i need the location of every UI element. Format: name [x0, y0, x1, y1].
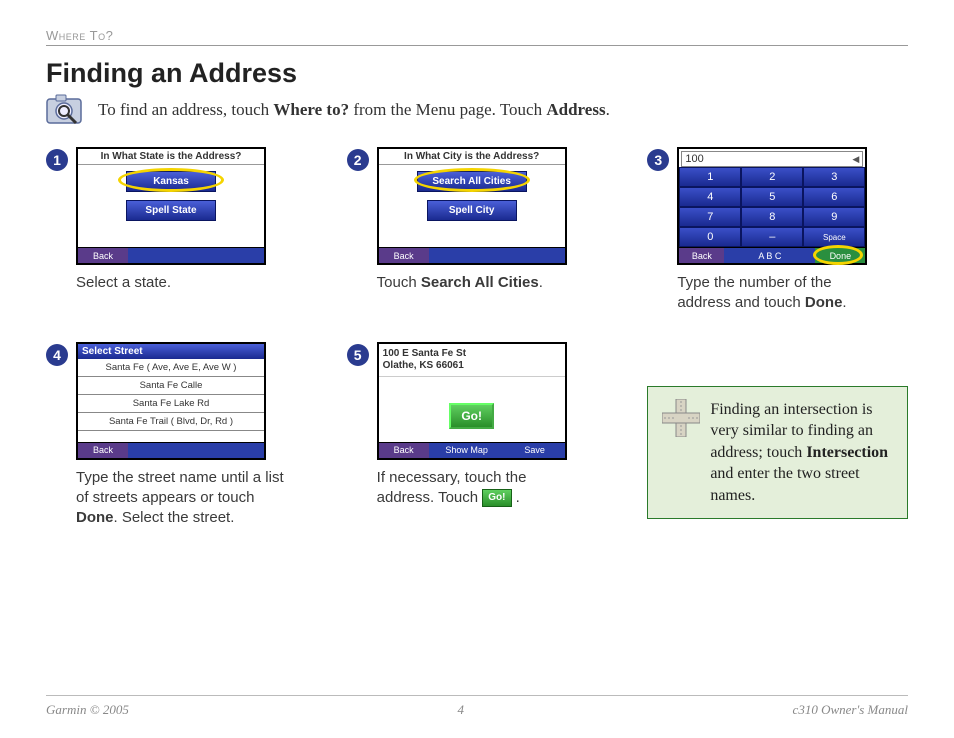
screen-street-list: Select Street Santa Fe ( Ave, Ave E, Ave…: [76, 342, 266, 460]
step-number-3: 3: [647, 149, 669, 171]
screen-title: In What State is the Address?: [78, 149, 264, 165]
list-item[interactable]: Santa Fe Trail ( Blvd, Dr, Rd ): [78, 413, 264, 431]
key-1[interactable]: 1: [679, 167, 741, 187]
caption-4: Type the street name until a list of str…: [76, 468, 286, 529]
spell-state-button[interactable]: Spell State: [126, 200, 216, 221]
caption-2: Touch Search All Cities.: [377, 273, 567, 293]
intro-row: To find an address, touch Where to? from…: [46, 93, 908, 127]
caption-5: If necessary, touch the address. Touch G…: [377, 468, 587, 509]
step-1: 1 In What State is the Address? Kansas S…: [46, 147, 307, 314]
key-0[interactable]: 0: [679, 227, 741, 247]
screen-keypad: 100 ◀ 1 2 3 4 5 6 7 8 9 0 – Space: [677, 147, 867, 265]
step-2: 2 In What City is the Address? Search Al…: [347, 147, 608, 314]
key-8[interactable]: 8: [741, 207, 803, 227]
tip-cell: Finding an intersection is very similar …: [647, 342, 908, 529]
back-button[interactable]: Back: [78, 248, 128, 263]
step-3: 3 100 ◀ 1 2 3 4 5 6 7 8 9 0 –: [647, 147, 908, 314]
key-3[interactable]: 3: [803, 167, 865, 187]
footer-rule: [46, 695, 908, 696]
go-button[interactable]: Go!: [449, 403, 494, 429]
footer-left: Garmin © 2005: [46, 702, 129, 718]
back-button[interactable]: Back: [379, 443, 429, 458]
page-title: Finding an Address: [46, 58, 908, 89]
list-title: Select Street: [78, 344, 264, 359]
list-item[interactable]: Santa Fe Lake Rd: [78, 395, 264, 413]
show-map-button[interactable]: Show Map: [429, 443, 505, 458]
save-button[interactable]: Save: [505, 443, 565, 458]
abc-button[interactable]: A B C: [724, 247, 815, 263]
bottom-bar-blank: [429, 248, 565, 263]
search-all-cities-button[interactable]: Search All Cities: [417, 171, 527, 192]
back-button[interactable]: Back: [679, 247, 724, 263]
footer: Garmin © 2005 4 c310 Owner's Manual: [46, 702, 908, 718]
bottom-bar-blank: [128, 443, 264, 458]
footer-page: 4: [457, 702, 464, 718]
caption-3: Type the number of the address and touch…: [677, 273, 887, 314]
screen-state: In What State is the Address? Kansas Spe…: [76, 147, 266, 265]
key-dash[interactable]: –: [741, 227, 803, 247]
number-input[interactable]: 100 ◀: [681, 151, 863, 167]
key-4[interactable]: 4: [679, 187, 741, 207]
step-4: 4 Select Street Santa Fe ( Ave, Ave E, A…: [46, 342, 307, 529]
screen-city: In What City is the Address? Search All …: [377, 147, 567, 265]
step-number-4: 4: [46, 344, 68, 366]
result-address: 100 E Santa Fe St Olathe, KS 66061: [379, 344, 565, 377]
camera-icon: [46, 93, 88, 127]
key-2[interactable]: 2: [741, 167, 803, 187]
screen-title: In What City is the Address?: [379, 149, 565, 165]
step-5: 5 100 E Santa Fe St Olathe, KS 66061 Go!…: [347, 342, 608, 529]
backspace-icon[interactable]: ◀: [852, 154, 859, 165]
caption-1: Select a state.: [76, 273, 266, 293]
step-number-5: 5: [347, 344, 369, 366]
intersection-icon: [662, 399, 700, 437]
tip-box: Finding an intersection is very similar …: [647, 386, 908, 520]
footer-right: c310 Owner's Manual: [793, 702, 908, 718]
state-button[interactable]: Kansas: [126, 171, 216, 192]
step-number-2: 2: [347, 149, 369, 171]
done-button[interactable]: Done: [815, 247, 865, 263]
tip-text: Finding an intersection is very similar …: [710, 399, 893, 507]
key-6[interactable]: 6: [803, 187, 865, 207]
key-5[interactable]: 5: [741, 187, 803, 207]
key-space[interactable]: Space: [803, 227, 865, 247]
back-button[interactable]: Back: [379, 248, 429, 263]
back-button[interactable]: Back: [78, 443, 128, 458]
key-7[interactable]: 7: [679, 207, 741, 227]
go-inline-icon: Go!: [482, 489, 511, 507]
screen-result: 100 E Santa Fe St Olathe, KS 66061 Go! B…: [377, 342, 567, 460]
list-item[interactable]: Santa Fe ( Ave, Ave E, Ave W ): [78, 359, 264, 377]
spell-city-button[interactable]: Spell City: [427, 200, 517, 221]
key-9[interactable]: 9: [803, 207, 865, 227]
top-rule: [46, 45, 908, 46]
breadcrumb: Where To?: [46, 28, 908, 43]
steps-grid: 1 In What State is the Address? Kansas S…: [46, 147, 908, 528]
intro-text: To find an address, touch Where to? from…: [98, 100, 610, 120]
step-number-1: 1: [46, 149, 68, 171]
list-item[interactable]: Santa Fe Calle: [78, 377, 264, 395]
bottom-bar-blank: [128, 248, 264, 263]
